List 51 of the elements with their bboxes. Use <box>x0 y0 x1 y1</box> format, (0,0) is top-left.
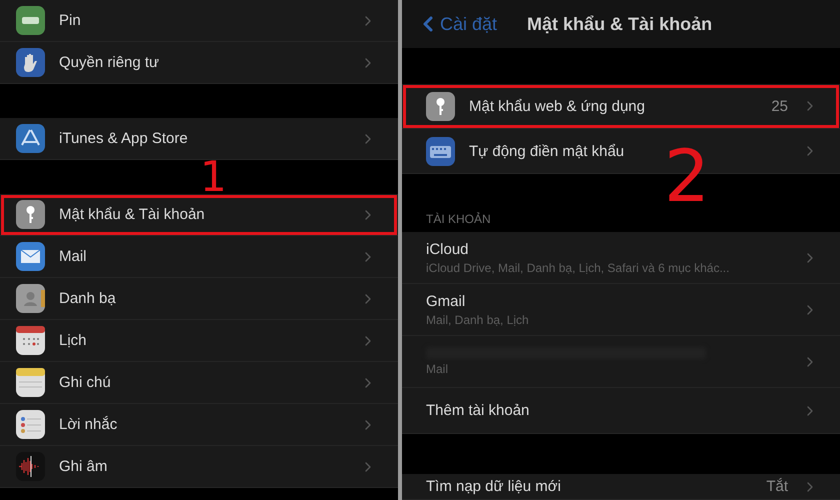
row-label: Tự động điền mật khẩu <box>469 142 626 160</box>
row-label: Lời nhắc <box>59 416 118 433</box>
account-name: Thêm tài khoản <box>426 402 530 419</box>
row-label: Ghi chú <box>59 374 112 391</box>
hand-icon <box>16 48 45 77</box>
settings-row[interactable]: iTunes & App Store <box>0 118 398 160</box>
account-row[interactable]: Gmail Mail, Danh bạ, Lịch <box>402 284 840 336</box>
account-name: iCloud <box>426 240 470 258</box>
row-label: Mật khẩu & Tài khoản <box>59 206 206 223</box>
settings-row[interactable]: Mật khẩu & Tài khoản <box>0 194 398 236</box>
nav-title: Mật khẩu & Tài khoản <box>527 14 712 34</box>
account-name: Gmail <box>426 292 466 310</box>
settings-row[interactable]: Danh bạ <box>0 278 398 320</box>
settings-row[interactable]: Tìm nạp dữ liệu mới Tắt <box>402 474 840 500</box>
row-label: Danh bạ <box>59 290 117 307</box>
battery-icon <box>16 6 45 35</box>
settings-row[interactable]: Pin <box>0 0 398 42</box>
account-detail: Mail <box>426 362 450 376</box>
app-store-icon <box>16 124 45 153</box>
section-header: TÀI KHOẢN <box>425 212 492 228</box>
settings-row[interactable]: Ghi chú <box>0 362 398 404</box>
account-detail: iCloud Drive, Mail, Danh bạ, Lịch, Safari và 6 mục khác... <box>426 260 730 274</box>
settings-row[interactable]: Mail <box>0 236 398 278</box>
settings-row[interactable]: Lịch <box>0 320 398 362</box>
notes-icon <box>16 368 45 397</box>
account-row[interactable]: Thêm tài khoản <box>402 388 840 434</box>
settings-row[interactable]: Lời nhắc <box>0 404 398 446</box>
reminders-icon <box>16 410 45 439</box>
row-value: 25 <box>771 98 788 114</box>
key-icon <box>16 200 45 229</box>
account-row[interactable]: iCloud iCloud Drive, Mail, Danh bạ, Lịch, Safari và 6 mục khác... <box>402 232 840 284</box>
row-label: iTunes & App Store <box>59 130 189 147</box>
account-detail: Mail, Danh bạ, Lịch <box>426 312 530 326</box>
voice-memo-icon <box>16 452 45 481</box>
row-label: Pin <box>59 12 82 29</box>
row-label: Tìm nạp dữ liệu mới <box>426 478 562 495</box>
step-number: 1 <box>200 161 227 193</box>
keyboard-icon <box>426 136 455 166</box>
row-label: Mail <box>59 248 88 265</box>
row-label: Lịch <box>59 332 88 349</box>
settings-row[interactable]: Mật khẩu web & ứng dụng 25 <box>402 84 840 129</box>
contacts-icon <box>16 284 45 313</box>
settings-row[interactable]: Quyền riêng tư <box>0 42 398 84</box>
mail-icon <box>16 242 45 271</box>
key-icon <box>426 92 455 120</box>
row-value: Tắt <box>766 478 788 495</box>
settings-row[interactable]: Ghi âm <box>0 446 398 488</box>
calendar-icon <box>16 326 45 355</box>
row-label: Quyền riêng tư <box>59 54 160 71</box>
row-label: Mật khẩu web & ứng dụng <box>469 98 646 114</box>
row-label: Ghi âm <box>59 458 108 475</box>
